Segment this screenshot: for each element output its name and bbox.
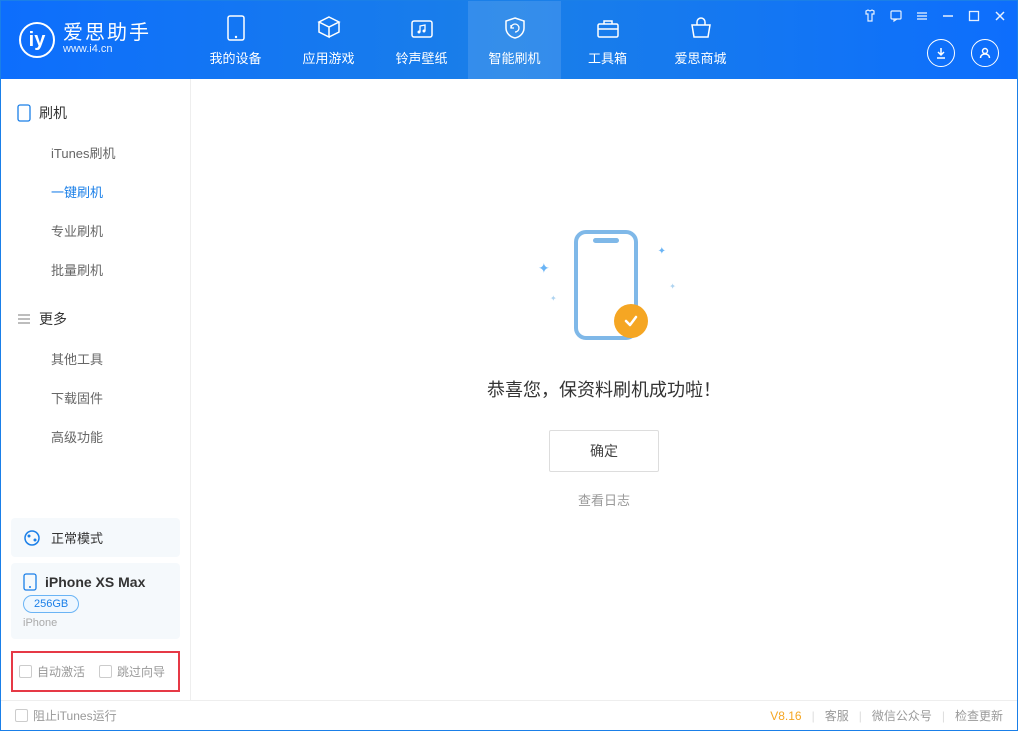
sidebar-item-other-tools[interactable]: 其他工具 <box>1 339 190 378</box>
device-info-card[interactable]: iPhone XS Max 256GB iPhone <box>11 563 180 639</box>
device-phone-icon <box>23 573 37 591</box>
app-header: iy 爱思助手 www.i4.cn 我的设备 应用游戏 铃声壁纸 智能刷机 工具… <box>1 1 1017 79</box>
success-message: 恭喜您，保资料刷机成功啦！ <box>487 376 721 402</box>
sidebar-item-oneclick-flash[interactable]: 一键刷机 <box>1 172 190 211</box>
version-label: V8.16 <box>770 709 801 723</box>
feedback-icon[interactable] <box>887 7 905 25</box>
logo-icon: iy <box>19 22 55 58</box>
ok-button[interactable]: 确定 <box>549 430 659 472</box>
store-icon <box>688 14 714 42</box>
checkbox-highlight-row: 自动激活 跳过向导 <box>11 651 180 692</box>
checkbox-auto-activate[interactable]: 自动激活 <box>19 663 85 680</box>
tab-ring-wallpaper[interactable]: 铃声壁纸 <box>375 1 468 79</box>
refresh-shield-icon <box>502 14 528 42</box>
tab-toolbox[interactable]: 工具箱 <box>561 1 654 79</box>
sidebar: 刷机 iTunes刷机 一键刷机 专业刷机 批量刷机 更多 其他工具 下载固件 … <box>1 79 191 700</box>
device-icon <box>227 14 245 42</box>
check-update-link[interactable]: 检查更新 <box>955 707 1003 724</box>
checkbox-skip-guide[interactable]: 跳过向导 <box>99 663 165 680</box>
app-title: 爱思助手 <box>63 23 151 43</box>
maximize-icon[interactable] <box>965 7 983 25</box>
cube-icon <box>316 14 342 42</box>
close-icon[interactable] <box>991 7 1009 25</box>
list-icon <box>17 312 31 326</box>
minimize-icon[interactable] <box>939 7 957 25</box>
sidebar-item-itunes-flash[interactable]: iTunes刷机 <box>1 133 190 172</box>
sidebar-item-download-firmware[interactable]: 下载固件 <box>1 378 190 417</box>
tab-apps-games[interactable]: 应用游戏 <box>282 1 375 79</box>
check-icon <box>614 304 648 338</box>
sidebar-item-batch-flash[interactable]: 批量刷机 <box>1 250 190 289</box>
checkbox-block-itunes[interactable]: 阻止iTunes运行 <box>15 707 117 724</box>
device-type: iPhone <box>23 617 168 629</box>
app-subtitle: www.i4.cn <box>63 43 151 56</box>
tab-store[interactable]: 爱思商城 <box>654 1 747 79</box>
music-folder-icon <box>410 14 434 42</box>
logo-area: iy 爱思助手 www.i4.cn <box>1 22 169 58</box>
checkbox-icon <box>15 709 28 722</box>
sidebar-item-pro-flash[interactable]: 专业刷机 <box>1 211 190 250</box>
sidebar-item-advanced[interactable]: 高级功能 <box>1 417 190 456</box>
menu-icon[interactable] <box>913 7 931 25</box>
header-right-icons <box>927 39 999 67</box>
phone-icon <box>17 104 31 122</box>
support-link[interactable]: 客服 <box>825 707 849 724</box>
checkbox-icon <box>99 665 112 678</box>
tab-my-device[interactable]: 我的设备 <box>189 1 282 79</box>
checkbox-icon <box>19 665 32 678</box>
sidebar-group-flash: 刷机 <box>1 93 190 133</box>
main-content: ✦ ✦ ✦ ✦ 恭喜您，保资料刷机成功啦！ 确定 查看日志 <box>191 79 1017 700</box>
user-icon[interactable] <box>971 39 999 67</box>
wechat-link[interactable]: 微信公众号 <box>872 707 932 724</box>
tab-smart-flash[interactable]: 智能刷机 <box>468 1 561 79</box>
window-controls <box>861 7 1009 25</box>
success-illustration: ✦ ✦ ✦ ✦ <box>524 230 684 350</box>
mode-icon <box>23 529 41 547</box>
toolbox-icon <box>595 14 621 42</box>
nav-tabs: 我的设备 应用游戏 铃声壁纸 智能刷机 工具箱 爱思商城 <box>189 1 747 79</box>
view-log-link[interactable]: 查看日志 <box>578 490 630 509</box>
device-mode-card[interactable]: 正常模式 <box>11 518 180 557</box>
sidebar-group-more: 更多 <box>1 299 190 339</box>
device-storage-badge: 256GB <box>23 595 79 613</box>
download-icon[interactable] <box>927 39 955 67</box>
device-name-text: iPhone XS Max <box>45 574 145 590</box>
footer: 阻止iTunes运行 V8.16 | 客服 | 微信公众号 | 检查更新 <box>1 700 1017 730</box>
skin-icon[interactable] <box>861 7 879 25</box>
